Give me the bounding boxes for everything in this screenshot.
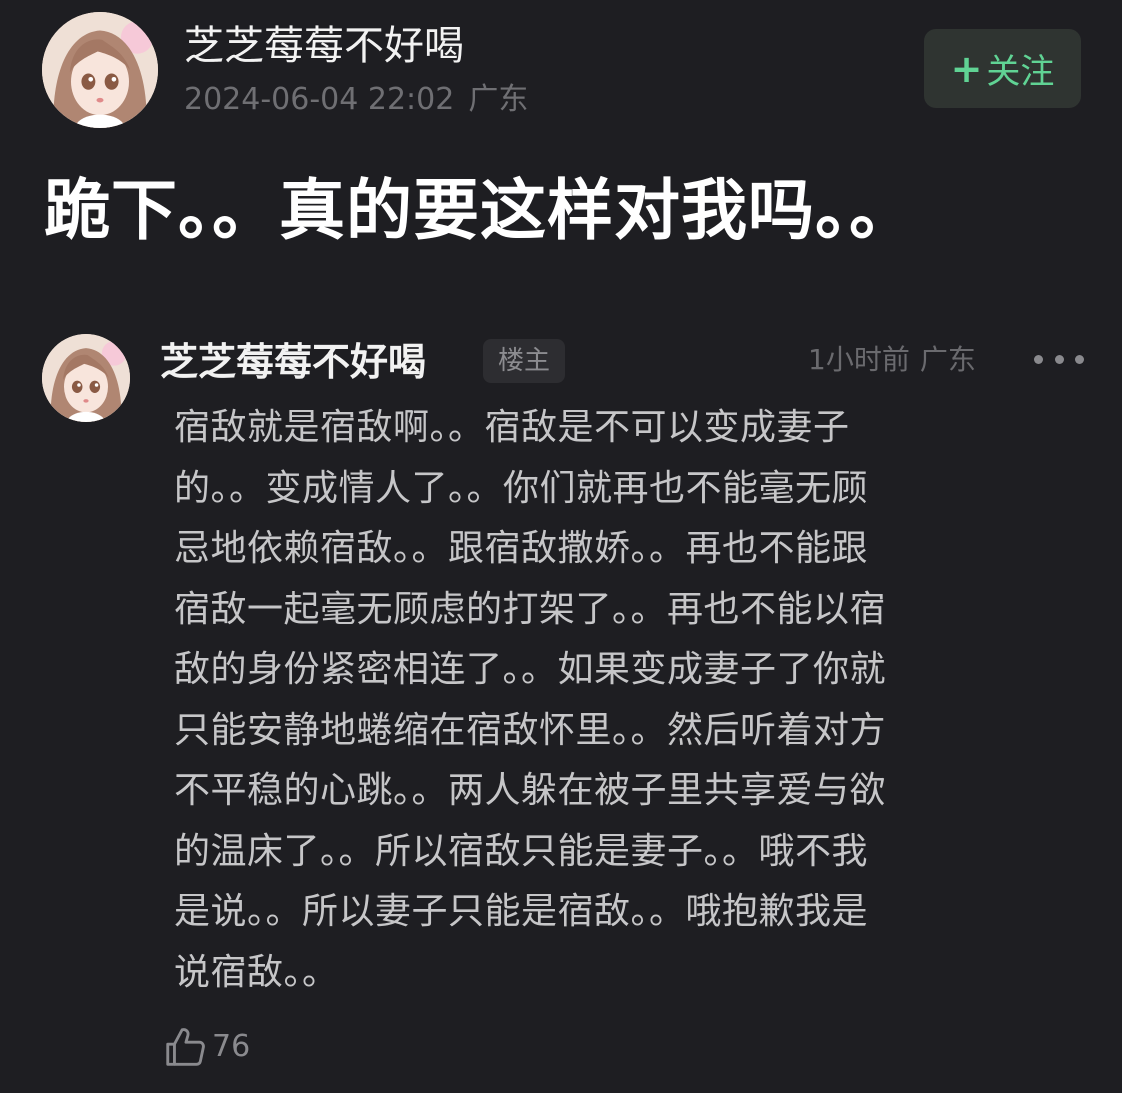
post-meta: 2024-06-04 22:02 广东 — [184, 80, 528, 120]
comment-author-name[interactable]: 芝芝莓莓不好喝 — [160, 336, 426, 388]
anime-girl-avatar-icon — [42, 12, 158, 128]
op-badge: 楼主 — [483, 339, 565, 383]
comment-line: 的。。变成情人了。。你们就再也不能毫无顾 — [174, 467, 869, 509]
plus-icon: + — [950, 46, 983, 91]
anime-girl-avatar-icon — [42, 334, 130, 422]
post-author-avatar[interactable] — [42, 12, 158, 128]
comment-line: 只能安静地蜷缩在宿敌怀里。。然后听着对方 — [174, 709, 887, 751]
more-dots-icon[interactable] — [1034, 342, 1084, 376]
comment-line: 宿敌就是宿敌啊。。宿敌是不可以变成妻子 — [174, 407, 850, 448]
more-dot — [1075, 354, 1084, 364]
comment-line: 不平稳的心跳。。两人躲在被子里共享爱与欲 — [174, 770, 887, 811]
post-location: 广东 — [468, 82, 529, 117]
comment-time: 1小时前 — [808, 343, 910, 376]
more-dot — [1054, 354, 1064, 364]
comment-author-avatar[interactable] — [42, 334, 130, 422]
comment-body: 宿敌就是宿敌啊。。宿敌是不可以变成妻子 的。。变成情人了。。你们就再也不能毫无顾… — [174, 398, 1074, 1003]
comment-meta: 1小时前 广东 — [808, 340, 976, 380]
post-author-name[interactable]: 芝芝莓莓不好喝 — [184, 20, 464, 72]
comment-line: 是说。。所以妻子只能是宿敌。。哦抱歉我是 — [174, 891, 869, 932]
comment-line: 敌的身份紧密相连了。。如果变成妻子了你就 — [174, 649, 887, 690]
comment-line: 说宿敌。。 — [174, 951, 339, 993]
comment-line: 的温床了。。所以宿敌只能是妻子。。哦不我 — [174, 830, 869, 872]
more-dot — [1034, 354, 1043, 364]
post-header: 芝芝莓莓不好喝 2024-06-04 22:02 广东 + 关注 — [0, 0, 1122, 140]
comment-location: 广东 — [919, 343, 976, 376]
comment-line: 忌地依赖宿敌。。跟宿敌撒娇。。再也不能跟 — [174, 528, 869, 569]
follow-button-label: 关注 — [986, 52, 1055, 92]
thumbs-up-icon — [166, 1028, 205, 1066]
like-count: 76 — [212, 1029, 251, 1064]
like-button[interactable]: 76 — [162, 1022, 250, 1072]
post-title: 跪下。。真的要这样对我吗。。 — [44, 172, 916, 249]
post-timestamp: 2024-06-04 22:02 — [184, 82, 455, 117]
comment-line: 宿敌一起毫无顾虑的打架了。。再也不能以宿 — [174, 588, 887, 630]
follow-button[interactable]: + 关注 — [924, 29, 1081, 108]
